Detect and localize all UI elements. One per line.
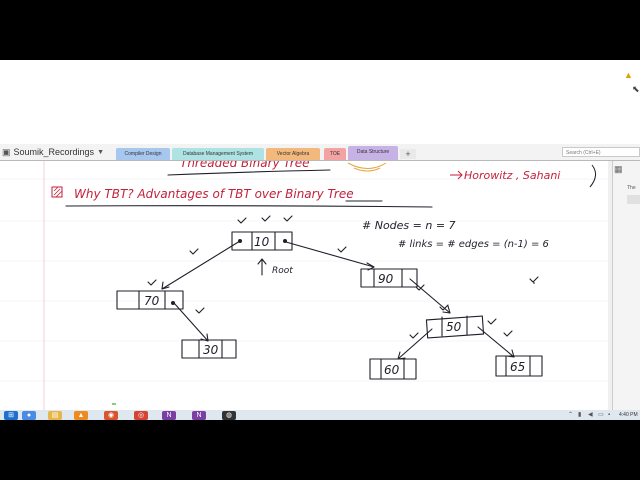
tree-node: 90 [360, 268, 418, 288]
page-pane-icon[interactable]: ▦ [614, 164, 624, 174]
volume-icon[interactable]: ◀ [588, 412, 594, 418]
tab-label: Database Management System [182, 151, 254, 157]
tab-compiler-design[interactable]: Compiler Design [116, 148, 170, 160]
section-tab-bar: ▣ Soumik_Recordings ▼ Compiler Design Da… [0, 144, 640, 161]
heading-underline [167, 169, 331, 176]
page-list-item-label: The [627, 185, 636, 191]
chrome-icon[interactable]: ◎ [134, 411, 148, 420]
edge-10-90 [285, 241, 375, 268]
edge-90-50 [409, 278, 451, 314]
note-page[interactable]: Threaded Binary Tree Horowitz , Sahani W… [0, 161, 612, 411]
start-button[interactable]: ⊞ [4, 411, 18, 420]
node-value: 50 [446, 320, 462, 334]
node-value: 10 [254, 235, 270, 249]
obs-icon[interactable]: ◍ [222, 411, 236, 420]
tree-node: 60 [369, 358, 417, 380]
mouse-cursor-icon: ⬉ [632, 84, 640, 94]
checkbox-fill [53, 186, 63, 198]
nodes-note: # Nodes = n = 7 [362, 219, 456, 232]
tab-label: Compiler Design [124, 151, 162, 157]
taskbar: ⊞ ● ▤ ▲ ◉ ◎ N N ◍ ⌃ ▮ ◀ ▭ ▪ 4:40 PM [0, 410, 640, 420]
tray-up-arrow-icon[interactable]: ⌃ [568, 412, 574, 418]
book-reference: Horowitz , Sahani [464, 169, 560, 182]
tree-node: 70 [116, 290, 184, 310]
tab-data-structure[interactable]: Data Structure [348, 146, 398, 160]
onenote-icon[interactable]: N [162, 411, 176, 420]
add-section-button[interactable]: + [400, 149, 416, 159]
taskbar-clock[interactable]: 4:40 PM [619, 410, 638, 420]
node-value: 30 [203, 343, 219, 357]
language-icon[interactable]: ▪ [608, 412, 614, 418]
ink-bracket [589, 164, 596, 188]
edge-10-70 [161, 240, 241, 290]
chevron-down-icon: ▼ [97, 148, 104, 156]
tick-marks [147, 215, 539, 339]
tree-node: 10 [231, 231, 293, 251]
notebook-selector[interactable]: ▣ Soumik_Recordings ▼ [2, 146, 104, 158]
network-icon[interactable]: ▮ [578, 412, 584, 418]
ink-scribble [347, 162, 387, 169]
onenote-icon[interactable]: N [192, 411, 206, 420]
links-note: # links = # edges = (n-1) = 6 [398, 239, 549, 250]
tab-label: Vector Algebra [276, 151, 310, 157]
warning-icon[interactable]: ▲ [624, 70, 634, 80]
node-value: 70 [144, 294, 160, 308]
tab-vector-algebra[interactable]: Vector Algebra [266, 148, 320, 160]
ink-dot [533, 282, 535, 284]
page-list-item[interactable] [627, 195, 640, 204]
search-input[interactable]: Search (Ctrl+E) [562, 147, 640, 157]
tab-toe[interactable]: TOE [324, 148, 346, 160]
notebook-icon: ▣ [2, 146, 11, 157]
node-value: 90 [378, 272, 394, 286]
battery-icon[interactable]: ▭ [598, 412, 604, 418]
heading-underline [65, 205, 433, 208]
lesson-heading: Why TBT? Advantages of TBT over Binary T… [74, 187, 354, 201]
ribbon: ▲ ⬉ [0, 60, 640, 145]
chrome-icon[interactable]: ● [22, 411, 36, 420]
screen: ▲ ⬉ ▣ Soumik_Recordings ▼ Compiler Desig… [0, 60, 640, 420]
arrow-up-icon [257, 258, 267, 276]
vlc-icon[interactable]: ▲ [74, 411, 88, 420]
node-value: 60 [384, 363, 400, 377]
root-label: Root [272, 266, 293, 276]
file-explorer-icon[interactable]: ▤ [48, 411, 62, 420]
arrow-icon [450, 170, 463, 180]
partial-heading: Threaded Binary Tree [180, 161, 310, 170]
tree-node: 30 [181, 339, 237, 359]
tree-node: 65 [495, 355, 543, 377]
tree-node: 50 [425, 315, 485, 339]
ink-canvas: Threaded Binary Tree Horowitz , Sahani W… [0, 161, 612, 411]
node-value: 65 [510, 360, 525, 374]
tab-label: Data Structure [356, 149, 390, 155]
tab-database-management-system[interactable]: Database Management System [172, 148, 264, 160]
page-list-panel: ▦ The [612, 161, 640, 411]
notebook-name: Soumik_Recordings [13, 147, 95, 157]
tab-label: TOE [329, 151, 341, 157]
firefox-icon[interactable]: ◉ [104, 411, 118, 420]
